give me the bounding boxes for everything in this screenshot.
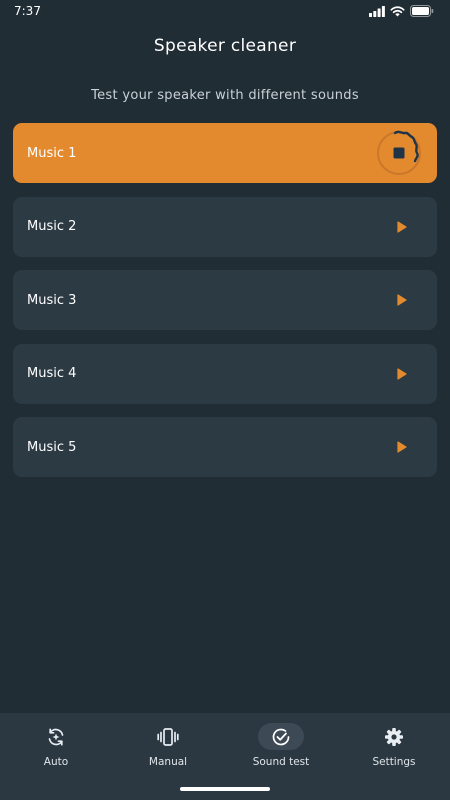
status-bar: 7:37 bbox=[0, 0, 450, 22]
nav-label-settings: Settings bbox=[372, 756, 416, 768]
stop-progress-icon[interactable] bbox=[375, 129, 423, 177]
track-label: Music 4 bbox=[27, 366, 77, 381]
nav-item-settings[interactable]: Settings bbox=[338, 713, 450, 783]
check-circle-icon bbox=[272, 728, 290, 745]
track-item-music-1[interactable]: Music 1 bbox=[13, 123, 437, 183]
nav-label-manual: Manual bbox=[148, 756, 188, 768]
nav-item-sound-test[interactable]: Sound test bbox=[225, 713, 337, 783]
vibrate-phone-icon bbox=[157, 727, 179, 746]
gear-icon bbox=[385, 727, 403, 746]
track-label: Music 3 bbox=[27, 292, 77, 308]
nav-icon-container bbox=[33, 723, 79, 750]
status-icons bbox=[369, 5, 434, 17]
nav-item-auto[interactable]: Auto bbox=[0, 713, 112, 783]
nav-icon-container bbox=[258, 723, 304, 750]
battery-icon bbox=[410, 5, 434, 17]
play-icon[interactable] bbox=[397, 294, 407, 306]
speaker-cleaner-screen: 7:37 Speaker cleaner Test your speaker w… bbox=[0, 0, 450, 800]
nav-item-manual[interactable]: Manual bbox=[112, 713, 224, 783]
nav-icon-container bbox=[371, 723, 417, 750]
home-indicator[interactable] bbox=[180, 787, 270, 791]
nav-icon-container bbox=[145, 723, 191, 750]
track-label: Music 5 bbox=[27, 439, 77, 455]
bottom-nav: Auto Manual Sound test Settings bbox=[0, 713, 450, 800]
track-label: Music 1 bbox=[27, 145, 77, 161]
signal-icon bbox=[369, 5, 385, 17]
nav-label-sound-test: Sound test bbox=[252, 756, 310, 768]
wifi-icon bbox=[390, 5, 405, 16]
nav-label-auto: Auto bbox=[43, 756, 69, 768]
track-item-music-5[interactable]: Music 5 bbox=[13, 417, 437, 477]
track-item-music-4[interactable]: Music 4 bbox=[13, 343, 437, 404]
track-label: Music 2 bbox=[27, 219, 77, 234]
status-time: 7:37 bbox=[14, 4, 41, 18]
play-icon[interactable] bbox=[397, 441, 407, 453]
track-item-music-2[interactable]: Music 2 bbox=[13, 196, 437, 257]
auto-refresh-icon bbox=[48, 727, 64, 746]
track-list: Music 1 Music 2 Music 3 Music 4 Music 5 bbox=[13, 123, 437, 491]
page-subtitle: Test your speaker with different sounds bbox=[91, 88, 359, 103]
track-item-music-3[interactable]: Music 3 bbox=[13, 270, 437, 330]
play-icon[interactable] bbox=[397, 367, 407, 380]
play-icon[interactable] bbox=[397, 220, 407, 233]
page-title: Speaker cleaner bbox=[153, 36, 297, 56]
